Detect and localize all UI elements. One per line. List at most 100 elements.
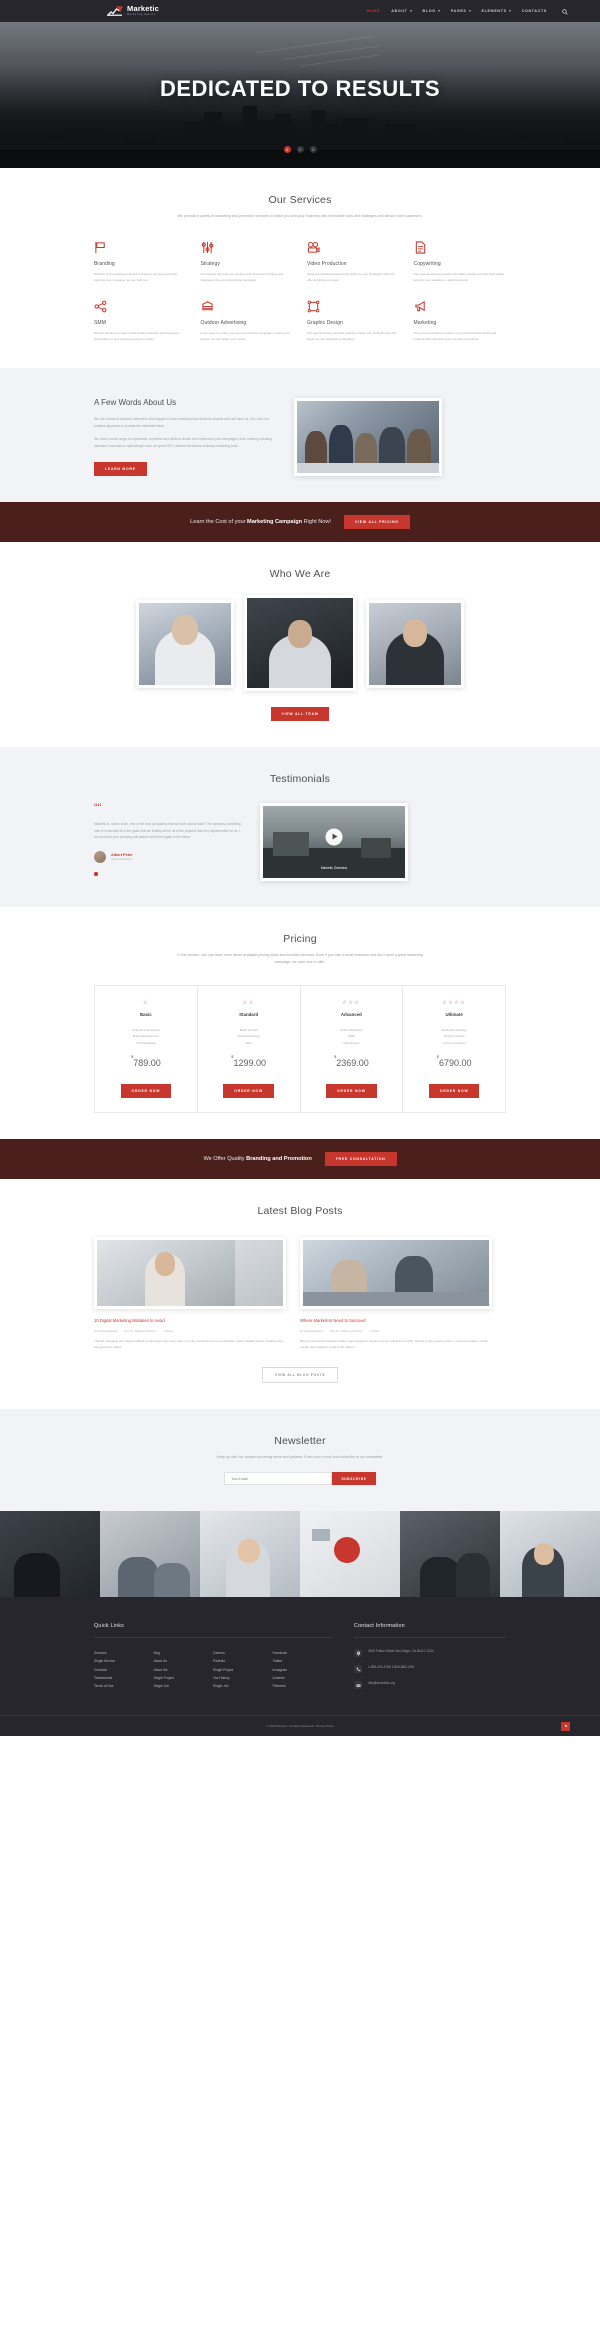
chevron-down-icon	[409, 10, 412, 12]
team-member-card[interactable]	[136, 600, 234, 689]
nav-item-about[interactable]: ABOUT	[391, 9, 412, 13]
brand-logo[interactable]: Marketic Marketing Agency	[107, 5, 159, 16]
brand-tagline: Marketing Agency	[127, 12, 156, 16]
copyright-text: © 2019 Marketic. All Rights Reserved. Pr…	[266, 1724, 334, 1729]
search-icon[interactable]	[562, 2, 568, 20]
footer-link[interactable]: About Me	[154, 1666, 214, 1674]
service-card[interactable]: Marketing This service includes a variet…	[414, 300, 507, 342]
slider-dot-2[interactable]: 2	[296, 146, 304, 153]
order-now-button[interactable]: ORDER NOW	[428, 1083, 480, 1098]
footer-social-link[interactable]: LinkedIn	[273, 1674, 333, 1682]
service-card[interactable]: Video Production Need a professional adv…	[307, 241, 400, 283]
footer-quick-links-title: Quick Links	[94, 1623, 125, 1630]
footer-social-link[interactable]: Twitter	[273, 1657, 333, 1665]
order-now-button[interactable]: ORDER NOW	[223, 1083, 274, 1098]
pricing-card-advanced[interactable]: ☆☆☆ Advanced Online Marketing SMM Web De…	[301, 986, 404, 1112]
footer-link[interactable]: Services	[94, 1649, 154, 1657]
contact-email-text[interactable]: info@demolink.org	[368, 1681, 395, 1686]
service-card[interactable]: Branding Whether you're looking to launc…	[94, 241, 187, 283]
learn-more-button[interactable]: LEARN MORE	[94, 462, 147, 477]
service-card[interactable]: Graphic Design Our graphic design servic…	[307, 300, 400, 342]
service-card[interactable]: Copywriting Our experienced copywriters …	[414, 241, 507, 283]
footer-link[interactable]: Contacts	[94, 1666, 154, 1674]
services-subtitle: We provide a variety of marketing and pr…	[177, 214, 423, 218]
chevron-down-icon	[437, 10, 440, 12]
pricing-card-standard[interactable]: ☆☆ Standard Basic Growth Email Marketing…	[198, 986, 301, 1112]
service-name: Branding	[94, 261, 115, 268]
footer-link[interactable]: Testimonials	[94, 1674, 154, 1682]
crop-icon	[307, 300, 400, 313]
footer-social-link[interactable]: Pinterest	[273, 1682, 333, 1690]
nav-item-elements[interactable]: ELEMENTS	[482, 9, 511, 13]
service-text: This service includes a variety of promo…	[413, 331, 497, 341]
blog-post-title[interactable]: 10 Digital Marketing Mistakes to Avoid	[94, 1318, 286, 1324]
contact-phone-text[interactable]: 1-800-224-4785 1-800-658-1281	[368, 1665, 414, 1670]
footer-link[interactable]: Blog	[154, 1649, 214, 1657]
testimonial-dot-1[interactable]	[94, 872, 98, 876]
footer-link[interactable]: About Us	[154, 1657, 214, 1665]
order-now-button[interactable]: ORDER NOW	[120, 1083, 172, 1098]
footer-link[interactable]: Single Project	[213, 1666, 273, 1674]
pricing-card-ultimate[interactable]: ☆☆☆☆ Ultimate Marketing Strategy Graphic…	[403, 986, 505, 1112]
play-icon[interactable]	[325, 828, 343, 846]
newsletter-email-input[interactable]	[224, 1472, 333, 1486]
phone-icon	[354, 1665, 362, 1674]
pricing-card-basic[interactable]: ☆ Basic Analysis & Research Brand Manage…	[95, 986, 198, 1112]
rating-stars: ☆☆	[242, 1000, 255, 1007]
nav-item-pages[interactable]: PAGES	[451, 9, 471, 13]
service-card[interactable]: Outdoor Advertising If you need to creat…	[201, 300, 294, 342]
testimonial-video[interactable]: Marketic Overview	[260, 803, 408, 882]
view-all-blog-posts-button[interactable]: VIEW ALL BLOG POSTS	[261, 1366, 339, 1383]
blog-grid: 10 Digital Marketing Mistakes to Avoid b…	[94, 1236, 506, 1351]
footer-social-link[interactable]: Instagram	[273, 1666, 333, 1674]
testimonial-dots[interactable]	[94, 872, 244, 876]
plan-price: $6790.00	[436, 1053, 472, 1068]
video-caption: Marketic Overview	[320, 866, 348, 871]
view-all-pricing-button[interactable]: VIEW ALL PRICING	[343, 515, 410, 530]
slider-dots[interactable]: 1 2 3	[0, 146, 600, 153]
blog-section: Latest Blog Posts 10 Digital Marketing M…	[0, 1179, 600, 1409]
footer-link[interactable]: Single Job	[154, 1682, 214, 1690]
service-text: Need a professional advertising video fo…	[307, 272, 395, 282]
gallery-item[interactable]	[200, 1511, 300, 1598]
nav-item-blog[interactable]: BLOG	[423, 9, 440, 13]
gallery-item[interactable]	[500, 1511, 600, 1598]
main-navigation[interactable]: HOME ABOUT BLOG PAGES ELEMENTS CONTACTS	[367, 2, 568, 20]
footer-link[interactable]: Single Project	[154, 1674, 214, 1682]
arrow-up-icon[interactable]	[561, 1721, 570, 1731]
pricing-subtitle: In this section, you can learn more abou…	[177, 953, 423, 964]
footer-link[interactable]: Terms of Use	[94, 1682, 154, 1690]
about-title: A Few Words About Us	[94, 398, 177, 408]
footer-link[interactable]: Portfolio	[213, 1657, 273, 1665]
order-now-button[interactable]: ORDER NOW	[326, 1083, 377, 1098]
slider-dot-3[interactable]: 3	[309, 146, 317, 153]
service-card[interactable]: Strategy Our experts can help you develo…	[201, 241, 294, 283]
nav-item-home[interactable]: HOME	[367, 9, 381, 13]
subscribe-button[interactable]: SUBSCRIBE	[332, 1472, 376, 1486]
footer-link[interactable]: Our History	[213, 1674, 273, 1682]
footer-social-link[interactable]: Facebook	[273, 1649, 333, 1657]
nav-item-contacts[interactable]: CONTACTS	[522, 9, 547, 13]
footer-quick-links: Quick Links Services Single Service Cont…	[94, 1623, 332, 1697]
team-member-card[interactable]	[366, 600, 464, 689]
newsletter-form[interactable]: SUBSCRIBE	[94, 1472, 506, 1486]
footer-link[interactable]: Careers	[213, 1649, 273, 1657]
blog-post-card[interactable]: Where Marketers Need to Succeed by Thoma…	[300, 1236, 492, 1351]
free-consultation-button[interactable]: FREE CONSULTATION	[324, 1151, 397, 1166]
blog-post-card[interactable]: 10 Digital Marketing Mistakes to Avoid b…	[94, 1236, 286, 1351]
footer-link-column: Careers Portfolio Single Project Our His…	[213, 1649, 273, 1690]
gallery-item[interactable]	[0, 1511, 100, 1598]
blog-post-author: by Thomas Barlow	[94, 1329, 118, 1334]
newsletter-subtitle: Keep up with our always upcoming news an…	[216, 1454, 384, 1459]
view-all-team-button[interactable]: VIEW ALL TEAM	[270, 707, 330, 722]
blog-post-title[interactable]: Where Marketers Need to Succeed	[300, 1318, 492, 1324]
footer-link[interactable]: Single Job	[213, 1682, 273, 1690]
team-member-card[interactable]	[244, 595, 356, 692]
gallery-item[interactable]	[400, 1511, 500, 1598]
service-card[interactable]: SMM We can develop a simple social media…	[94, 300, 187, 342]
footer-link[interactable]: Single Service	[94, 1657, 154, 1665]
gallery-item[interactable]	[300, 1511, 400, 1598]
slider-dot-1[interactable]: 1	[283, 146, 291, 153]
service-text: Our graphic design services include prin…	[307, 331, 397, 341]
gallery-item[interactable]	[100, 1511, 200, 1598]
